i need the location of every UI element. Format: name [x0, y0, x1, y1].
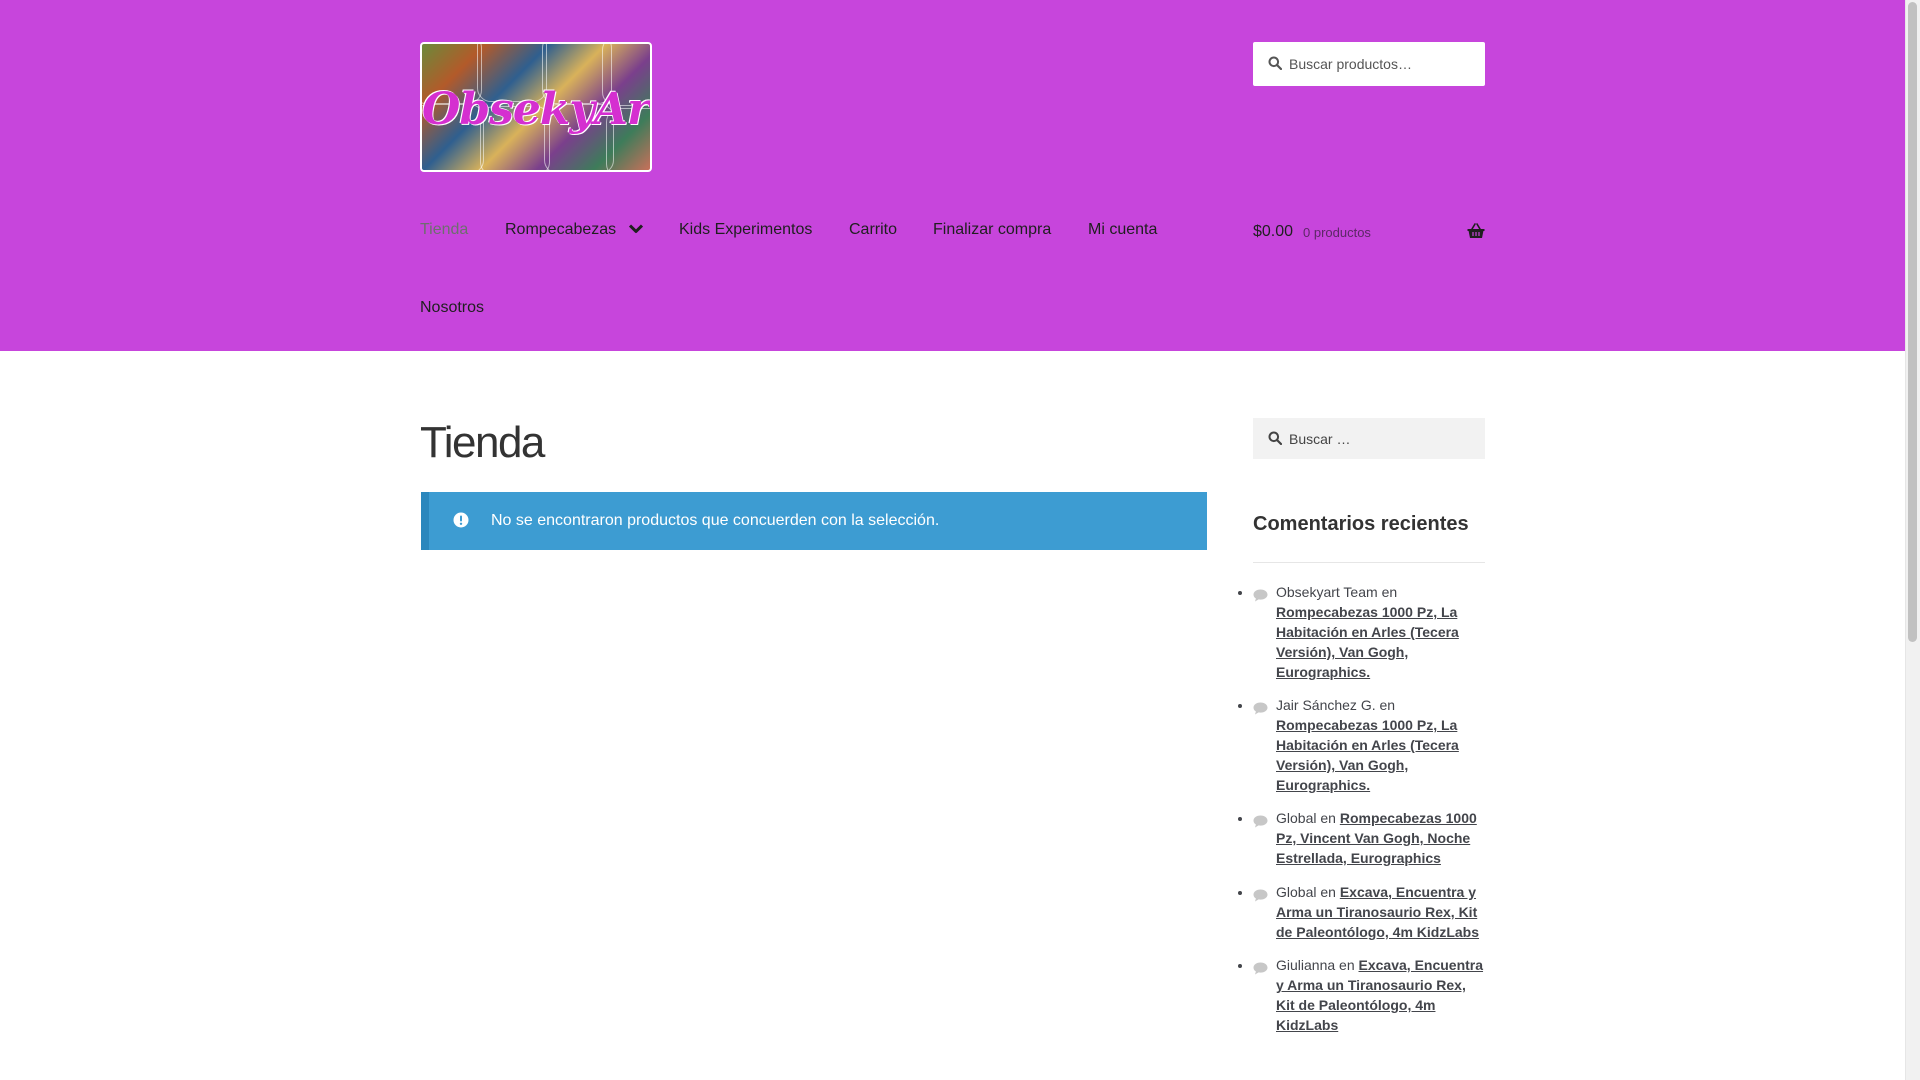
nav-item-finalizar-compra[interactable]: Finalizar compra — [933, 221, 1051, 239]
comment-author: Obsekyart Team — [1276, 584, 1378, 600]
list-item: Jair Sánchez G. en Rompecabezas 1000 Pz,… — [1253, 695, 1485, 795]
recent-comments-title: Comentarios recientes — [1253, 513, 1469, 535]
header-cart[interactable]: $0.00 0 productos — [1253, 221, 1485, 245]
list-item: Global en Rompecabezas 1000 Pz, Vincent … — [1253, 808, 1485, 868]
nav-item-nosotros[interactable]: Nosotros — [420, 299, 484, 317]
logo-text: ObsekyArt — [422, 84, 652, 135]
comment-bubble-icon — [1253, 887, 1268, 907]
sidebar-search — [1253, 418, 1485, 459]
search-icon — [1268, 56, 1283, 75]
product-search — [1253, 42, 1485, 86]
cart-total: $0.00 — [1253, 223, 1294, 240]
comment-bubble-icon — [1253, 700, 1268, 720]
chevron-down-icon — [628, 221, 643, 239]
comment-connector: en — [1379, 697, 1396, 713]
sidebar-search-input[interactable] — [1289, 418, 1479, 459]
comment-post-link[interactable]: Rompecabezas 1000 Pz, La Habitación en A… — [1276, 604, 1459, 680]
list-item: Global en Excava, Encuentra y Arma un Ti… — [1253, 882, 1485, 942]
scrollbar-thumb[interactable] — [1908, 2, 1917, 642]
site-header: ObsekyArt Tienda Rompecabezas Kids Exper… — [0, 0, 1905, 351]
info-notice: No se encontraron productos que concuerd… — [421, 492, 1207, 550]
comment-bubble-icon — [1253, 587, 1268, 607]
search-icon — [1268, 431, 1283, 450]
comment-connector: en — [1320, 810, 1336, 826]
nav-item-label: Rompecabezas — [505, 221, 617, 239]
nav-item-mi-cuenta[interactable]: Mi cuenta — [1088, 221, 1157, 239]
comment-author: Giulianna — [1276, 957, 1336, 973]
notice-text: No se encontraron productos que concuerd… — [491, 512, 940, 529]
exclamation-circle-icon — [453, 512, 469, 533]
comment-post-link[interactable]: Rompecabezas 1000 Pz, La Habitación en A… — [1276, 717, 1459, 793]
comment-bubble-icon — [1253, 813, 1268, 833]
comment-author: Global — [1276, 884, 1317, 900]
nav-item-tienda[interactable]: Tienda — [420, 221, 468, 239]
cart-count: 0 productos — [1303, 225, 1371, 240]
nav-item-kids-experimentos[interactable]: Kids Experimentos — [679, 221, 812, 239]
comment-connector: en — [1339, 957, 1355, 973]
comment-author: Jair Sánchez G. — [1276, 697, 1376, 713]
comment-connector: en — [1320, 884, 1336, 900]
comment-bubble-icon — [1253, 960, 1268, 980]
product-search-input[interactable] — [1289, 42, 1479, 86]
page: ObsekyArt Tienda Rompecabezas Kids Exper… — [0, 0, 1905, 1080]
page-title: Tienda — [420, 418, 545, 467]
page-scrollbar[interactable] — [1905, 0, 1920, 1080]
nav-item-carrito[interactable]: Carrito — [849, 221, 897, 239]
basket-icon — [1467, 223, 1485, 244]
widget-divider — [1253, 562, 1485, 563]
site-logo[interactable]: ObsekyArt — [420, 42, 652, 172]
list-item: Obsekyart Team en Rompecabezas 1000 Pz, … — [1253, 582, 1485, 682]
comment-connector: en — [1381, 584, 1398, 600]
comment-author: Global — [1276, 810, 1317, 826]
nav-item-rompecabezas[interactable]: Rompecabezas — [505, 221, 643, 239]
list-item: Giulianna en Excava, Encuentra y Arma un… — [1253, 955, 1485, 1035]
